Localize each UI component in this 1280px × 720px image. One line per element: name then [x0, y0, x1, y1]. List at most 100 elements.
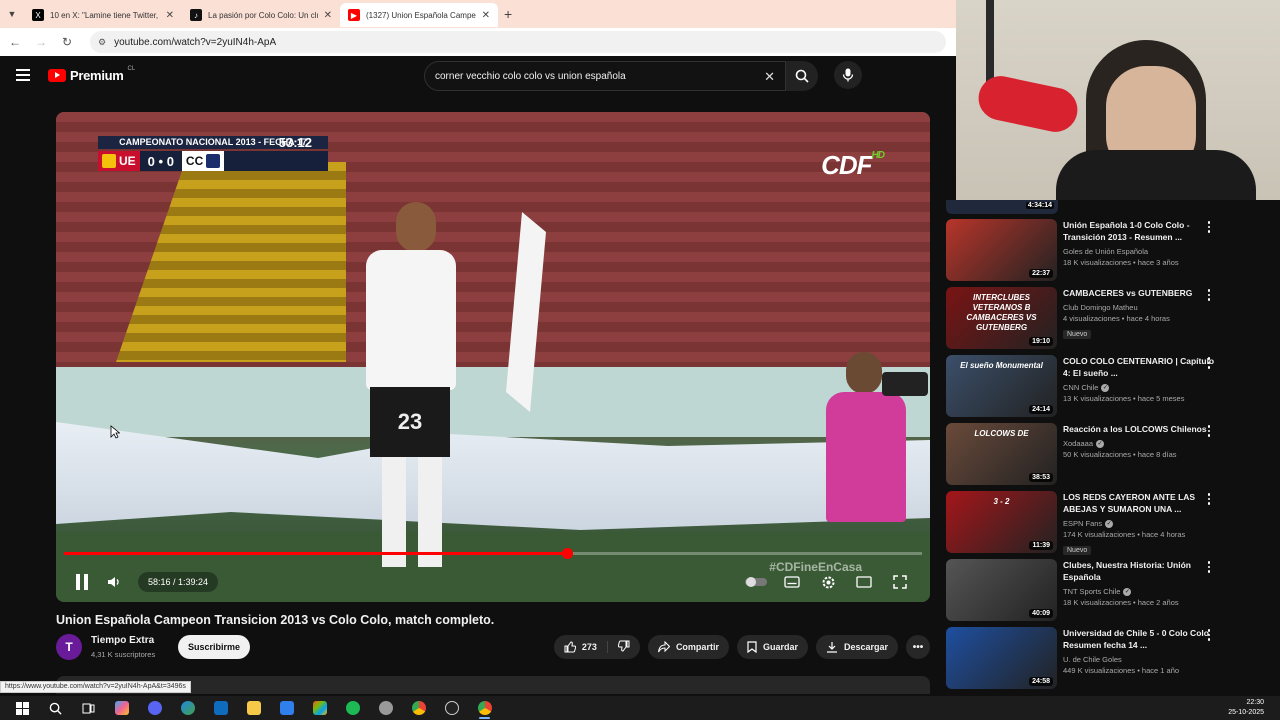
recommendation-thumbnail[interactable]: El sueño Monumental 24:14: [946, 355, 1057, 417]
menu-icon[interactable]: [16, 69, 30, 84]
recommendation-channel[interactable]: Xodaaaa: [1063, 439, 1093, 448]
recommendation-item[interactable]: 3 - 2 11:39 LOS REDS CAYERON ANTE LAS ABEJ…: [946, 491, 1280, 555]
taskbar-app[interactable]: [369, 696, 402, 720]
recommendation-channel[interactable]: U. de Chile Goles: [1063, 655, 1122, 664]
taskbar-chrome-active[interactable]: [468, 696, 501, 720]
folder-icon: [246, 701, 261, 715]
recommendation-thumbnail[interactable]: 40:09: [946, 559, 1057, 621]
more-vertical-icon[interactable]: [1205, 425, 1213, 437]
taskbar-discord[interactable]: [138, 696, 171, 720]
more-vertical-icon[interactable]: [1205, 493, 1213, 505]
taskbar-file-explorer[interactable]: [237, 696, 270, 720]
taskbar-edge[interactable]: [171, 696, 204, 720]
taskbar-outlook[interactable]: [204, 696, 237, 720]
recommendation-item[interactable]: 40:09 Clubes, Nuestra Historia: Unión Esp…: [946, 559, 1280, 623]
reload-icon[interactable]: ↻: [60, 35, 74, 49]
chrome-icon: [411, 701, 426, 715]
autoplay-icon: [745, 577, 767, 587]
recommendation-title[interactable]: Unión Española 1-0 Colo Colo - Transició…: [1063, 219, 1218, 243]
more-vertical-icon[interactable]: [1205, 221, 1213, 233]
new-tab-icon[interactable]: +: [504, 6, 512, 22]
more-vertical-icon[interactable]: [1205, 561, 1213, 573]
recommendation-thumbnail-partial[interactable]: 4:34:14: [946, 200, 1058, 214]
start-button[interactable]: [6, 696, 39, 720]
recommendation-item[interactable]: INTERCLUBES VETERANOS B CAMBACERES VS GU…: [946, 287, 1280, 351]
recommendation-item[interactable]: 24:58 Universidad de Chile 5 - 0 Colo Col…: [946, 627, 1280, 691]
recommendation-title[interactable]: Universidad de Chile 5 - 0 Colo Colo Res…: [1063, 627, 1218, 651]
task-view-button[interactable]: [72, 696, 105, 720]
site-info-icon[interactable]: ⚙: [98, 37, 106, 48]
search-input[interactable]: corner vecchio colo colo vs union españo…: [424, 61, 786, 91]
pause-icon: [76, 574, 88, 590]
taskbar-chrome[interactable]: [402, 696, 435, 720]
channel-avatar[interactable]: T: [56, 634, 82, 660]
progress-bar[interactable]: [64, 548, 922, 559]
recommendation-title[interactable]: LOS REDS CAYERON ANTE LAS ABEJAS Y SUMAR…: [1063, 491, 1218, 515]
recommendation-title[interactable]: Reacción a los LOLCOWS Chilenos: [1063, 423, 1218, 435]
microphone-graphic: [974, 72, 1082, 136]
copilot-icon: [114, 701, 129, 715]
more-vertical-icon[interactable]: [1205, 357, 1213, 369]
recommendation-item[interactable]: LOLCOWS DE 38:53 Reacción a los LOLCOWS Ch…: [946, 423, 1280, 487]
save-button[interactable]: Guardar: [736, 635, 808, 659]
youtube-logo[interactable]: Premium CL: [48, 66, 135, 83]
channel-name[interactable]: Tiempo Extra: [91, 635, 154, 646]
url-field[interactable]: ⚙ youtube.com/watch?v=2yuIN4h-ApA: [90, 31, 946, 53]
close-tab-icon[interactable]: ✕: [324, 10, 332, 21]
browser-tab-x[interactable]: X 10 en X: "Lamine tiene Twitter, y ✕: [24, 3, 182, 27]
scrubber-handle[interactable]: [561, 548, 573, 559]
subtitles-button[interactable]: [776, 567, 808, 597]
clear-search-icon[interactable]: ✕: [764, 69, 775, 85]
pause-button[interactable]: [66, 567, 98, 597]
close-tab-icon[interactable]: ✕: [166, 10, 174, 21]
recommendation-thumbnail[interactable]: 22:37: [946, 219, 1057, 281]
recommendation-title[interactable]: CAMBACERES vs GUTENBERG: [1063, 287, 1218, 299]
system-clock[interactable]: 22:30 25-10-2025: [1228, 698, 1264, 718]
taskbar-obs[interactable]: [435, 696, 468, 720]
recommendation-channel[interactable]: Goles de Unión Española: [1063, 247, 1148, 256]
recommendation-item[interactable]: El sueño Monumental 24:14 COLO COLO CENTEN…: [946, 355, 1280, 419]
voice-search-button[interactable]: [834, 61, 862, 89]
recommendation-thumbnail[interactable]: 3 - 2 11:39: [946, 491, 1057, 553]
fullscreen-button[interactable]: [884, 567, 916, 597]
video-player[interactable]: 23 CAMPEONATO NACIONAL 2013 - FECHA 17 U…: [56, 112, 930, 602]
more-vertical-icon[interactable]: [1205, 629, 1213, 641]
like-button[interactable]: 273: [554, 641, 608, 653]
recommendation-item[interactable]: 22:37 Unión Española 1-0 Colo Colo - Tran…: [946, 219, 1280, 283]
browser-tab-youtube[interactable]: ▶ (1327) Union Española Campeo ✕: [340, 3, 498, 27]
share-button[interactable]: Compartir: [647, 635, 729, 659]
recommendation-channel[interactable]: ESPN Fans: [1063, 519, 1102, 528]
download-button[interactable]: Descargar: [815, 635, 898, 659]
back-arrow-icon[interactable]: ←: [8, 35, 22, 49]
recommendation-thumbnail[interactable]: LOLCOWS DE 38:53: [946, 423, 1057, 485]
recommendation-meta: 449 K visualizaciones • hace 1 año: [1063, 666, 1180, 675]
time-display: 58:16 / 1:39:24: [138, 572, 219, 592]
taskbar-store[interactable]: [303, 696, 336, 720]
theater-mode-button[interactable]: [848, 567, 880, 597]
forward-arrow-icon[interactable]: →: [34, 35, 48, 49]
browser-tab-tiktok[interactable]: ♪ La pasión por Colo Colo: Un club ✕: [182, 3, 340, 27]
recommendation-channel[interactable]: Club Domingo Matheu: [1063, 303, 1138, 312]
subtitles-icon: [784, 576, 800, 588]
recommendation-title[interactable]: COLO COLO CENTENARIO | Capítulo 4: El su…: [1063, 355, 1218, 379]
taskbar-paint[interactable]: [270, 696, 303, 720]
recommendation-channel[interactable]: TNT Sports Chile: [1063, 587, 1120, 596]
autoplay-toggle[interactable]: [740, 567, 772, 597]
taskbar-copilot[interactable]: [105, 696, 138, 720]
recommendation-thumbnail[interactable]: 24:58: [946, 627, 1057, 689]
close-tab-icon[interactable]: ✕: [482, 10, 490, 21]
settings-button[interactable]: [812, 567, 844, 597]
taskbar-spotify[interactable]: [336, 696, 369, 720]
taskbar-search[interactable]: [39, 696, 72, 720]
recommendation-title[interactable]: Clubes, Nuestra Historia: Unión Española: [1063, 559, 1218, 583]
youtube-icon: ▶: [348, 9, 360, 21]
dislike-button[interactable]: [608, 640, 640, 654]
recommendation-thumbnail[interactable]: INTERCLUBES VETERANOS B CAMBACERES VS GU…: [946, 287, 1057, 349]
more-actions-button[interactable]: •••: [906, 635, 930, 659]
subscribe-button[interactable]: Suscribirme: [178, 635, 250, 659]
recommendation-channel[interactable]: CNN Chile: [1063, 383, 1098, 392]
search-button[interactable]: [786, 61, 818, 91]
volume-button[interactable]: [98, 567, 130, 597]
tab-search-chevron-icon[interactable]: ▼: [0, 9, 24, 19]
more-vertical-icon[interactable]: [1205, 289, 1213, 301]
